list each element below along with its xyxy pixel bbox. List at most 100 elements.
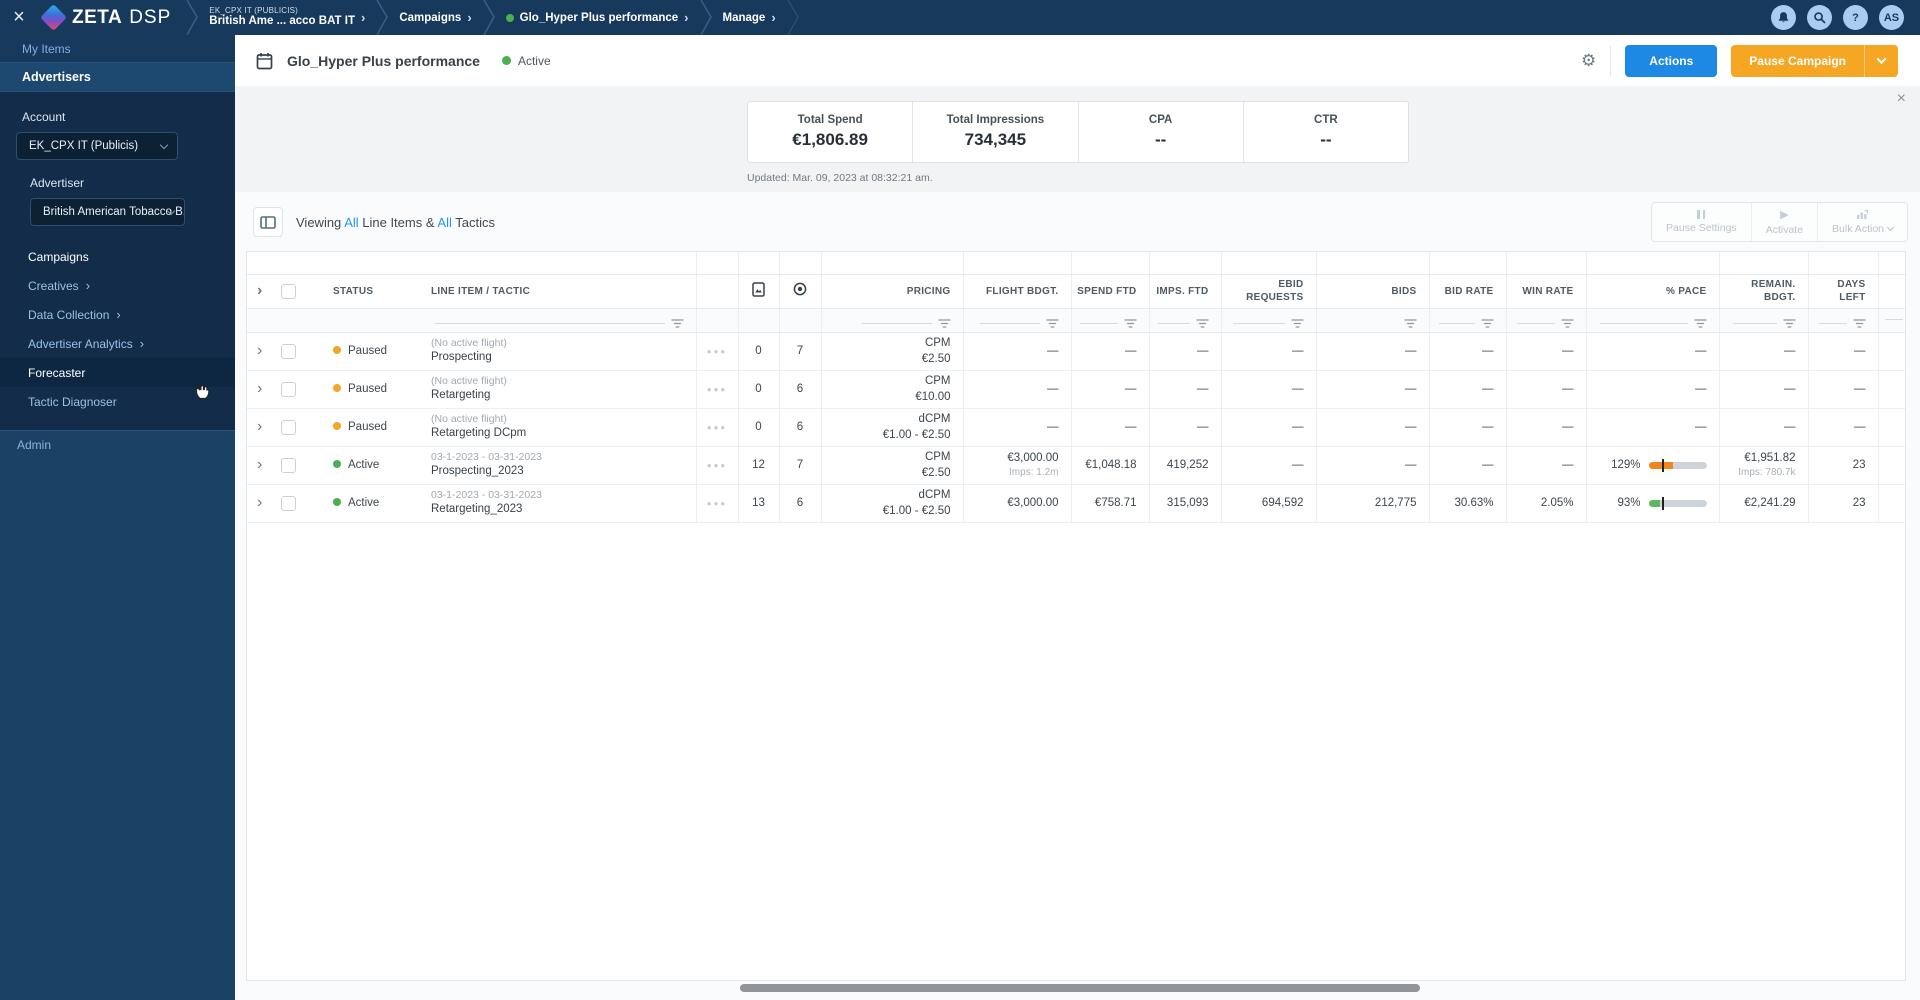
col-days-left[interactable]: DAYS LEFT bbox=[1807, 274, 1878, 309]
row-menu-icon[interactable]: ●●● bbox=[707, 347, 728, 356]
status-label: Paused bbox=[348, 383, 388, 395]
filter-bid-rate[interactable] bbox=[1428, 308, 1506, 333]
filter-bids[interactable] bbox=[1315, 308, 1429, 333]
breadcrumb-separator bbox=[186, 0, 199, 35]
table-row: › Active 03-1-2023 - 03-31-2023 Retargeting… bbox=[247, 484, 1905, 523]
filter-pricing[interactable] bbox=[820, 308, 963, 333]
row-menu-icon[interactable]: ●●● bbox=[707, 385, 728, 394]
col-tactics[interactable] bbox=[778, 274, 821, 309]
col-win-rate[interactable]: WIN RATE bbox=[1505, 274, 1586, 309]
expand-row-icon[interactable]: › bbox=[247, 456, 262, 474]
expand-row-icon[interactable]: › bbox=[247, 380, 262, 398]
account-select[interactable]: EK_CPX IT (Publicis) bbox=[16, 132, 178, 160]
filter-spend-ftd[interactable] bbox=[1070, 308, 1149, 333]
tactics-count-cell: 7 bbox=[778, 446, 821, 485]
breadcrumb-manage[interactable]: Manage › bbox=[713, 10, 786, 25]
close-stats-icon[interactable]: × bbox=[1897, 90, 1906, 108]
expand-row-icon[interactable]: › bbox=[247, 494, 262, 512]
row-menu-icon[interactable]: ●●● bbox=[707, 423, 728, 432]
row-checkbox[interactable] bbox=[281, 343, 296, 359]
filter-pace[interactable] bbox=[1585, 308, 1719, 333]
pause-settings-button[interactable]: Pause Settings bbox=[1652, 203, 1751, 241]
search-button[interactable] bbox=[1807, 5, 1832, 30]
activate-button[interactable]: ▶ Activate bbox=[1750, 203, 1817, 241]
view-toggle-button[interactable] bbox=[253, 207, 283, 237]
col-imps-ftd[interactable]: IMPS. FTD bbox=[1148, 274, 1221, 309]
bids-cell: — bbox=[1315, 332, 1429, 371]
filter-all-tactics[interactable]: All bbox=[437, 215, 451, 230]
help-button[interactable]: ? bbox=[1843, 5, 1868, 30]
filter-all-line-items[interactable]: All bbox=[344, 215, 358, 230]
notifications-button[interactable] bbox=[1771, 5, 1796, 30]
filter-imps-ftd[interactable] bbox=[1148, 308, 1221, 333]
row-menu-cell: ●●● bbox=[695, 370, 738, 409]
sidebar-item-data-collection[interactable]: Data Collection › bbox=[0, 300, 235, 329]
bulk-action-button[interactable]: Bulk Action bbox=[1817, 203, 1907, 241]
table-row: › Active 03-1-2023 - 03-31-2023 Prospecting… bbox=[247, 446, 1905, 485]
pricing-type: CPM bbox=[924, 336, 951, 349]
line-item-name[interactable]: Prospecting bbox=[431, 350, 696, 366]
filter-remaining-budget[interactable] bbox=[1718, 308, 1808, 333]
expand-row-icon[interactable]: › bbox=[247, 418, 262, 436]
horizontal-scrollbar[interactable] bbox=[740, 984, 1420, 992]
zeta-dsp-logo[interactable]: ZETA DSP bbox=[38, 4, 185, 31]
sidebar-item-advertiser-analytics[interactable]: Advertiser Analytics › bbox=[0, 329, 235, 358]
col-pace[interactable]: % PACE bbox=[1585, 274, 1719, 309]
col-imgs[interactable] bbox=[737, 274, 779, 309]
advertiser-select[interactable]: British American Tobacco B... bbox=[30, 198, 185, 226]
filter-flight-budget[interactable] bbox=[962, 308, 1071, 333]
row-menu-icon[interactable]: ●●● bbox=[707, 499, 728, 508]
filter-ebid-requests[interactable] bbox=[1220, 308, 1316, 333]
tactics-count-cell: 7 bbox=[778, 332, 821, 371]
sidebar-item-campaigns[interactable]: Campaigns bbox=[0, 242, 235, 271]
filter-days-left[interactable] bbox=[1807, 308, 1878, 333]
close-icon[interactable]: × bbox=[0, 6, 38, 29]
remaining-budget-value: — bbox=[1784, 382, 1796, 395]
zeta-diamond-icon bbox=[40, 4, 67, 31]
col-ebid-requests[interactable]: EBID REQUESTS bbox=[1220, 274, 1316, 309]
pause-campaign-dropdown[interactable] bbox=[1864, 44, 1898, 77]
tactics-count-cell: 6 bbox=[778, 370, 821, 409]
sidebar-item-creatives[interactable]: Creatives › bbox=[0, 271, 235, 300]
col-remaining-budget[interactable]: REMAIN. BDGT. bbox=[1718, 274, 1808, 309]
sidebar-item-my-items[interactable]: My Items bbox=[0, 35, 235, 63]
expand-row-icon[interactable]: › bbox=[247, 342, 262, 360]
col-bids[interactable]: BIDS bbox=[1315, 274, 1429, 309]
sidebar-item-advertisers[interactable]: Advertisers bbox=[0, 63, 235, 92]
remaining-budget-cell: — bbox=[1718, 370, 1808, 409]
col-status[interactable]: STATUS bbox=[319, 274, 431, 309]
actions-button[interactable]: Actions bbox=[1625, 44, 1718, 77]
row-checkbox[interactable] bbox=[281, 495, 296, 511]
row-checkbox[interactable] bbox=[281, 419, 296, 435]
breadcrumb-campaign[interactable]: Glo_Hyper Plus performance › bbox=[496, 10, 699, 25]
avatar[interactable]: AS bbox=[1879, 5, 1904, 30]
row-checkbox[interactable] bbox=[281, 381, 296, 397]
bid-rate-cell: — bbox=[1428, 332, 1506, 371]
expand-all-icon[interactable]: › bbox=[247, 281, 263, 302]
sidebar-item-admin[interactable]: Admin bbox=[0, 430, 235, 459]
breadcrumb-advertiser[interactable]: EK_CPX IT (PUBLICIS) British Ame ... acc… bbox=[199, 6, 375, 28]
divider bbox=[1610, 45, 1612, 76]
col-spend-ftd[interactable]: SPEND FTD bbox=[1070, 274, 1149, 309]
line-item-name[interactable]: Retargeting bbox=[431, 388, 696, 404]
gear-icon[interactable]: ⚙ bbox=[1581, 51, 1596, 71]
line-item-name[interactable]: Retargeting DCpm bbox=[431, 426, 696, 442]
col-flight-budget[interactable]: FLIGHT BDGT. bbox=[962, 274, 1071, 309]
question-icon: ? bbox=[1852, 11, 1859, 24]
select-all-checkbox[interactable] bbox=[281, 283, 296, 299]
row-checkbox[interactable] bbox=[281, 457, 296, 473]
line-item-name[interactable]: Prospecting_2023 bbox=[431, 464, 696, 480]
pause-campaign-button[interactable]: Pause Campaign bbox=[1731, 44, 1898, 77]
col-line-item[interactable]: LINE ITEM / TACTIC bbox=[431, 274, 696, 309]
line-item-name[interactable]: Retargeting_2023 bbox=[431, 502, 696, 518]
expand-cell: › bbox=[247, 484, 281, 523]
filter-win-rate[interactable] bbox=[1505, 308, 1586, 333]
pricing-type: dCPM bbox=[918, 488, 951, 501]
col-bid-rate[interactable]: BID RATE bbox=[1428, 274, 1506, 309]
bid-rate-cell: 30.63% bbox=[1428, 484, 1506, 523]
col-pricing[interactable]: PRICING bbox=[820, 274, 963, 309]
breadcrumb-campaigns[interactable]: Campaigns › bbox=[389, 10, 481, 25]
row-menu-icon[interactable]: ●●● bbox=[707, 461, 728, 470]
search-icon bbox=[1814, 12, 1826, 24]
filter-line-item[interactable] bbox=[431, 308, 696, 333]
